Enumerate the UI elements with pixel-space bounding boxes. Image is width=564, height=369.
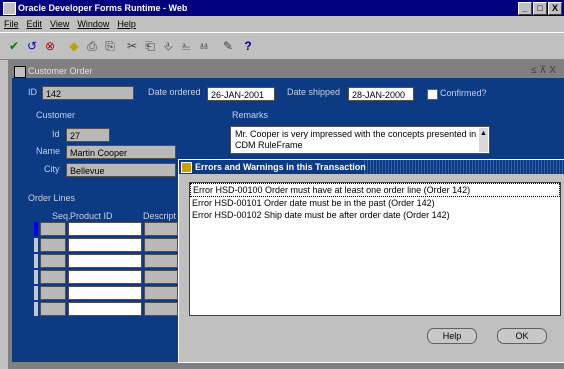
description-cell[interactable]	[144, 238, 178, 252]
product-id-cell[interactable]	[68, 302, 142, 316]
menubar: File Edit View Window Help	[0, 16, 564, 32]
confirmed-checkbox[interactable]	[427, 89, 438, 100]
description-cell[interactable]	[144, 254, 178, 268]
error-list-item[interactable]: Error HSD-00102 Ship date must be after …	[190, 209, 560, 221]
help-icon[interactable]: ?	[240, 38, 256, 54]
errors-dialog-title: Errors and Warnings in this Transaction	[195, 162, 366, 172]
enter-query-icon[interactable]: ◆	[66, 38, 82, 54]
remarks-label: Remarks	[232, 110, 269, 120]
product-id-cell[interactable]	[68, 254, 142, 268]
product-id-cell[interactable]	[68, 222, 142, 236]
help-button[interactable]: Help	[427, 328, 477, 344]
current-record-indicator	[34, 222, 38, 236]
menu-view[interactable]: View	[46, 16, 73, 32]
record-indicator	[34, 254, 38, 268]
seq-cell[interactable]	[40, 238, 66, 252]
date-shipped-field[interactable]: 28-JAN-2000	[348, 87, 414, 101]
error-list-item[interactable]: Error HSD-00100 Order must have at least…	[190, 183, 560, 197]
menu-window[interactable]: Window	[73, 16, 113, 32]
error-list[interactable]: Error HSD-00100 Order must have at least…	[189, 182, 561, 316]
name-label: Name	[36, 146, 61, 156]
remarks-scrollbar[interactable]: ▲	[479, 128, 488, 152]
form-title: Customer Order	[28, 66, 93, 76]
description-cell[interactable]	[144, 222, 178, 236]
delete-record-icon[interactable]: ⎁	[178, 38, 194, 54]
customer-id-field[interactable]: 27	[66, 128, 110, 142]
errors-dialog-titlebar: Errors and Warnings in this Transaction	[179, 160, 564, 174]
product-id-cell[interactable]	[68, 270, 142, 284]
errors-dialog: Errors and Warnings in this Transaction …	[178, 159, 564, 363]
close-button[interactable]: X	[548, 2, 562, 15]
query-icon[interactable]: ↺	[24, 38, 40, 54]
edit-icon[interactable]: ✎	[220, 38, 236, 54]
form-titlebar: Customer Order ≤ ⊼ X	[12, 64, 564, 78]
cut-icon[interactable]: ✂	[124, 38, 140, 54]
menu-edit[interactable]: Edit	[23, 16, 47, 32]
ok-button[interactable]: OK	[497, 328, 547, 344]
lock-record-icon[interactable]: ⎂	[196, 38, 212, 54]
product-id-cell[interactable]	[68, 286, 142, 300]
product-id-cell[interactable]	[68, 238, 142, 252]
remarks-text: Mr. Cooper is very impressed with the co…	[235, 129, 477, 150]
description-cell[interactable]	[144, 270, 178, 284]
save-icon[interactable]: ✔	[6, 38, 22, 54]
customer-city-field[interactable]: Bellevue	[66, 163, 176, 177]
window-titlebar: Oracle Developer Forms Runtime - Web _ □ X	[0, 0, 564, 16]
insert-record-icon[interactable]: ⎀	[160, 38, 176, 54]
record-indicator	[34, 238, 38, 252]
warning-icon	[181, 162, 192, 173]
maximize-button[interactable]: □	[533, 2, 547, 15]
order-lines-label: Order Lines	[28, 193, 76, 203]
remarks-field[interactable]: Mr. Cooper is very impressed with the co…	[230, 126, 490, 154]
seq-cell[interactable]	[40, 270, 66, 284]
toolbar: ✔ ↺ ⊗ ◆ ⎙ ⎘ ✂ ⎗ ⎀ ⎁ ⎂ ✎ ?	[0, 32, 564, 60]
customer-name-field[interactable]: Martin Cooper	[66, 145, 176, 159]
id-label: ID	[28, 87, 37, 97]
form-window-controls[interactable]: ≤ ⊼ X	[531, 64, 556, 78]
customer-label: Customer	[36, 110, 76, 120]
exit-icon[interactable]: ⊗	[42, 38, 58, 54]
description-column-header: Descript	[143, 211, 177, 221]
seq-cell[interactable]	[40, 286, 66, 300]
oracle-app-icon	[3, 2, 16, 15]
city-label: City	[44, 164, 60, 174]
print-icon[interactable]: ⎙	[84, 38, 100, 54]
customer-id-label: Id	[52, 129, 60, 139]
order-id-field[interactable]: 142	[42, 86, 134, 100]
record-indicator	[34, 302, 38, 316]
seq-cell[interactable]	[40, 222, 66, 236]
description-cell[interactable]	[144, 302, 178, 316]
date-ordered-field[interactable]: 26-JAN-2001	[207, 87, 275, 101]
record-indicator	[34, 270, 38, 284]
seq-cell[interactable]	[40, 302, 66, 316]
seq-cell[interactable]	[40, 254, 66, 268]
menu-help[interactable]: Help	[113, 16, 140, 32]
seq-column-header: Seq.	[52, 211, 71, 221]
product-id-column-header: Product ID	[70, 211, 113, 221]
paste-icon[interactable]: ⎗	[142, 38, 158, 54]
menu-file[interactable]: File	[0, 16, 23, 32]
record-indicator	[34, 286, 38, 300]
form-icon	[14, 66, 26, 78]
description-cell[interactable]	[144, 286, 178, 300]
window-title: Oracle Developer Forms Runtime - Web	[18, 3, 188, 13]
confirmed-label: Confirmed?	[440, 88, 487, 98]
minimize-button[interactable]: _	[518, 2, 532, 15]
date-ordered-label: Date ordered	[148, 87, 201, 97]
copy-icon[interactable]: ⎘	[102, 38, 118, 54]
date-shipped-label: Date shipped	[287, 87, 341, 97]
error-list-item[interactable]: Error HSD-00101 Order date must be in th…	[190, 197, 560, 209]
